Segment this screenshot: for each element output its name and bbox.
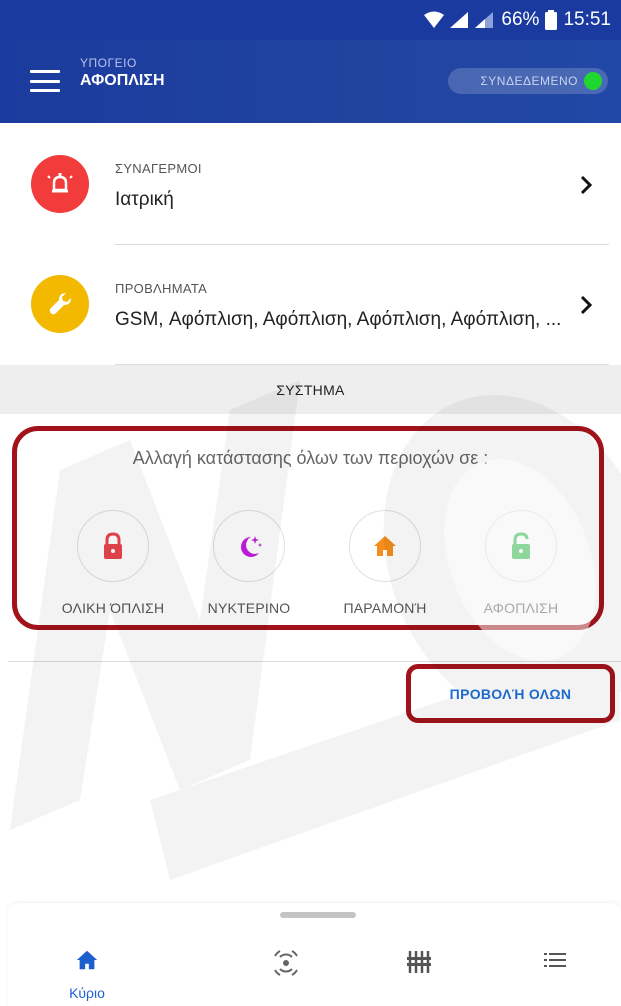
status-bar: 66% 15:51	[0, 0, 621, 40]
problems-row[interactable]: ΠΡΟΒΛΗΜΑΤΑ GSM, Αφόπλιση, Αφόπλιση, Αφόπ…	[0, 245, 621, 365]
wifi-icon	[424, 11, 445, 28]
alarm-bell-icon	[31, 155, 89, 213]
battery-icon	[545, 10, 558, 30]
signal-icon	[475, 12, 494, 28]
alarms-row[interactable]: ΣΥΝΑΓΕΡΜΟΙ Ιατρική	[0, 125, 621, 245]
status-icons	[423, 11, 495, 29]
chevron-right-icon[interactable]	[574, 293, 598, 317]
list-icon	[544, 953, 566, 967]
highlight-frame	[406, 664, 615, 723]
chevron-right-icon[interactable]	[574, 173, 598, 197]
home-icon	[76, 950, 98, 970]
alarms-label: ΣΥΝΑΓΕΡΜΟΙ	[115, 161, 202, 176]
menu-icon[interactable]	[30, 70, 60, 92]
nav-controls[interactable]	[384, 948, 454, 981]
signal-icon	[450, 12, 469, 28]
system-section-header: ΣΥΣΤΗΜΑ	[0, 365, 621, 414]
wrench-icon	[31, 275, 89, 333]
battery-percent: 66%	[501, 9, 540, 30]
app-header: ΥΠΟΓΕΙΟ ΑΦΟΠΛΙΣΗ ΣΥΝΔΕΔΕΜΕΝΟ	[0, 40, 621, 123]
radar-icon	[274, 950, 298, 976]
area-name: ΥΠΟΓΕΙΟ	[80, 56, 137, 70]
connection-label: ΣΥΝΔΕΔΕΜΕΝΟ	[480, 74, 578, 88]
problems-label: ΠΡΟΒΛΗΜΑΤΑ	[115, 281, 208, 296]
page-title: ΑΦΟΠΛΙΣΗ	[80, 72, 165, 89]
highlight-frame	[12, 426, 604, 630]
alarms-value: Ιατρική	[115, 189, 174, 210]
clock: 15:51	[563, 9, 611, 30]
nav-label: Κύριο	[69, 985, 105, 1001]
nav-home[interactable]: Κύριο	[52, 948, 122, 1001]
connection-status: ΣΥΝΔΕΔΕΜΕΝΟ	[448, 68, 608, 94]
connection-indicator	[584, 72, 602, 90]
drag-handle[interactable]	[280, 912, 356, 918]
divider	[8, 661, 621, 662]
nav-devices[interactable]	[251, 948, 321, 983]
nav-list[interactable]	[520, 948, 590, 977]
problems-value: GSM, Αφόπλιση, Αφόπλιση, Αφόπλιση, Αφόπλ…	[115, 309, 562, 330]
equalizer-icon	[407, 951, 431, 973]
